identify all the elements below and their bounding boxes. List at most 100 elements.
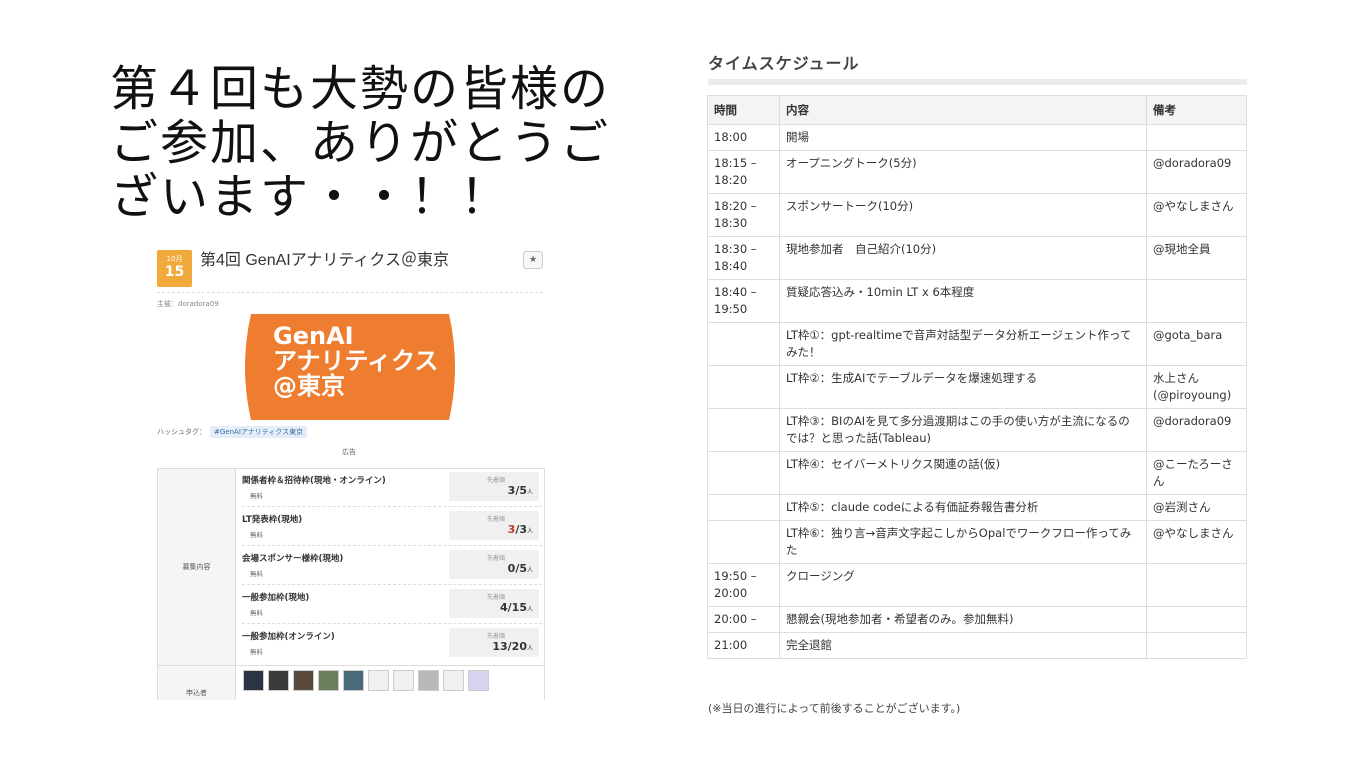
timetable-row: LT枠①：gpt-realtimeで音声対話型データ分析エージェント作ってみた！… bbox=[707, 322, 1247, 366]
avatar[interactable] bbox=[418, 670, 439, 691]
avatar[interactable] bbox=[343, 670, 364, 691]
event-month: 10月 bbox=[166, 255, 183, 263]
avatar[interactable] bbox=[318, 670, 339, 691]
row-note: @やなしまさん bbox=[1146, 193, 1247, 237]
bookmark-star-button[interactable]: ★ bbox=[523, 251, 543, 269]
hashtag-row: ハッシュタグ： #GenAIアナリティクス東京 bbox=[157, 426, 308, 438]
event-date-badge: 10月 15 bbox=[157, 250, 192, 287]
event-title[interactable]: 第4回 GenAIアナリティクス＠東京 bbox=[200, 251, 449, 271]
headline: 第４回も大勢の皆様の ご参加、ありがとうご ざいます・・！！ bbox=[110, 61, 611, 225]
frame-order: 先着順 bbox=[486, 516, 505, 523]
row-note bbox=[1146, 124, 1247, 151]
row-note: @こーたろーさん bbox=[1146, 451, 1247, 495]
avatar[interactable] bbox=[243, 670, 264, 691]
row-time: 18:30 – 18:40 bbox=[707, 236, 780, 280]
recruit-frame[interactable]: LT発表枠(現地) 無料 先着順 3/3人 bbox=[242, 508, 542, 546]
row-time: 19:50 – 20:00 bbox=[707, 563, 780, 607]
frame-capacity-box: 先着順 13/20人 bbox=[449, 628, 539, 657]
banner-line-2: アナリティクス bbox=[273, 347, 439, 375]
frame-count: 3/5人 bbox=[449, 484, 533, 497]
frame-unit: 人 bbox=[526, 606, 533, 613]
recruitment-table: 募集内容 関係者枠＆招待枠(現地・オンライン) 無料 先着順 3/5人 LT発表枠(現地… bbox=[157, 468, 545, 666]
banner-text: GenAI アナリティクス @東京 bbox=[273, 324, 438, 399]
row-content: LT枠④：セイバーメトリクス関連の話(仮) bbox=[779, 451, 1147, 495]
frame-name: 会場スポンサー様枠(現地) bbox=[242, 554, 344, 564]
avatar[interactable] bbox=[293, 670, 314, 691]
frame-count: 13/20人 bbox=[449, 640, 533, 653]
timetable-row: 18:15 – 18:20 オープニングトーク(5分) @doradora09 bbox=[707, 150, 1247, 194]
row-time bbox=[707, 365, 780, 409]
timetable-row: 18:20 – 18:30 スポンサートーク(10分) @やなしまさん bbox=[707, 193, 1247, 237]
frame-order: 先着順 bbox=[486, 594, 505, 601]
frame-fee: 無料 bbox=[250, 492, 263, 500]
frame-capacity: /5 bbox=[515, 484, 527, 497]
frame-unit: 人 bbox=[526, 645, 533, 652]
timetable-row: 18:40 – 19:50 質疑応答込み・10min LT x 6本程度 bbox=[707, 279, 1247, 323]
row-content: 質疑応答込み・10min LT x 6本程度 bbox=[779, 279, 1147, 323]
row-content: 完全退館 bbox=[779, 632, 1147, 659]
header-note: 備考 bbox=[1146, 95, 1247, 125]
ad-label: 広告 bbox=[342, 448, 356, 456]
frame-applied: 13 bbox=[492, 640, 508, 653]
frame-order: 先着順 bbox=[486, 477, 505, 484]
row-note: @gota_bara bbox=[1146, 322, 1247, 366]
organizer: 主催：doradora09 bbox=[157, 300, 219, 308]
avatar[interactable] bbox=[468, 670, 489, 691]
frame-order: 先着順 bbox=[486, 633, 505, 640]
timetable-row: 19:50 – 20:00 クロージング bbox=[707, 563, 1247, 607]
avatar[interactable] bbox=[443, 670, 464, 691]
hashtag-label: ハッシュタグ： bbox=[157, 428, 206, 436]
frame-count: 3/3人 bbox=[449, 523, 533, 536]
timetable-row: 20:00 – 懇親会(現地参加者・希望者のみ。参加無料) bbox=[707, 606, 1247, 633]
divider bbox=[157, 292, 543, 293]
event-banner-image: GenAI アナリティクス @東京 bbox=[243, 314, 457, 420]
timetable-row: 18:00 開場 bbox=[707, 124, 1247, 151]
header-content: 内容 bbox=[779, 95, 1147, 125]
row-time bbox=[707, 322, 780, 366]
row-note bbox=[1146, 563, 1247, 607]
row-time bbox=[707, 494, 780, 521]
frame-capacity-box: 先着順 0/5人 bbox=[449, 550, 539, 579]
recruit-frame[interactable]: 会場スポンサー様枠(現地) 無料 先着順 0/5人 bbox=[242, 547, 542, 585]
timetable: 時間 内容 備考 18:00 開場 18:15 – 18:20 オープニングトーク(5… bbox=[707, 95, 1247, 659]
avatar[interactable] bbox=[368, 670, 389, 691]
frame-fee: 無料 bbox=[250, 609, 263, 617]
row-content: LT枠③：BIのAIを見て多分過渡期はこの手の使い方が主流になるのでは？と思った… bbox=[779, 408, 1147, 452]
frame-fee: 無料 bbox=[250, 570, 263, 578]
avatar[interactable] bbox=[393, 670, 414, 691]
avatar-list bbox=[243, 670, 489, 691]
frame-unit: 人 bbox=[526, 567, 533, 574]
row-time: 18:15 – 18:20 bbox=[707, 150, 780, 194]
timetable-row: LT枠④：セイバーメトリクス関連の話(仮) @こーたろーさん bbox=[707, 451, 1247, 495]
row-content: クロージング bbox=[779, 563, 1147, 607]
event-card: 10月 15 第4回 GenAIアナリティクス＠東京 ★ 主催：doradora… bbox=[157, 246, 545, 700]
frame-divider bbox=[242, 584, 542, 585]
row-time bbox=[707, 451, 780, 495]
row-content: 現地参加者 自己紹介(10分) bbox=[779, 236, 1147, 280]
timetable-header-row: 時間 内容 備考 bbox=[707, 95, 1247, 125]
row-content: オープニングトーク(5分) bbox=[779, 150, 1147, 194]
banner-line-1: GenAI bbox=[273, 322, 354, 350]
frame-order: 先着順 bbox=[486, 555, 505, 562]
recruit-frame[interactable]: 関係者枠＆招待枠(現地・オンライン) 無料 先着順 3/5人 bbox=[242, 469, 542, 507]
row-time bbox=[707, 408, 780, 452]
frame-count: 0/5人 bbox=[449, 562, 533, 575]
timetable-row: LT枠⑤：claude codeによる有価証券報告書分析 @岩渕さん bbox=[707, 494, 1247, 521]
row-note: 水上さん (@piroyoung) bbox=[1146, 365, 1247, 409]
header-time: 時間 bbox=[707, 95, 780, 125]
row-content: LT枠①：gpt-realtimeで音声対話型データ分析エージェント作ってみた！ bbox=[779, 322, 1147, 366]
recruit-frame[interactable]: 一般参加枠(オンライン) 無料 先着順 13/20人 bbox=[242, 625, 542, 663]
row-note bbox=[1146, 279, 1247, 323]
frame-fee: 無料 bbox=[250, 531, 263, 539]
recruit-frame[interactable]: 一般参加枠(現地) 無料 先着順 4/15人 bbox=[242, 586, 542, 624]
hashtag-link[interactable]: #GenAIアナリティクス東京 bbox=[210, 426, 308, 438]
timetable-row: 18:30 – 18:40 現地参加者 自己紹介(10分) @現地全員 bbox=[707, 236, 1247, 280]
row-time bbox=[707, 520, 780, 564]
row-content: スポンサートーク(10分) bbox=[779, 193, 1147, 237]
applicants-label: 申込者 bbox=[158, 666, 236, 700]
timetable-row: LT枠③：BIのAIを見て多分過渡期はこの手の使い方が主流になるのでは？と思った… bbox=[707, 408, 1247, 452]
row-note: @岩渕さん bbox=[1146, 494, 1247, 521]
row-note: @現地全員 bbox=[1146, 236, 1247, 280]
avatar[interactable] bbox=[268, 670, 289, 691]
row-time: 21:00 bbox=[707, 632, 780, 659]
